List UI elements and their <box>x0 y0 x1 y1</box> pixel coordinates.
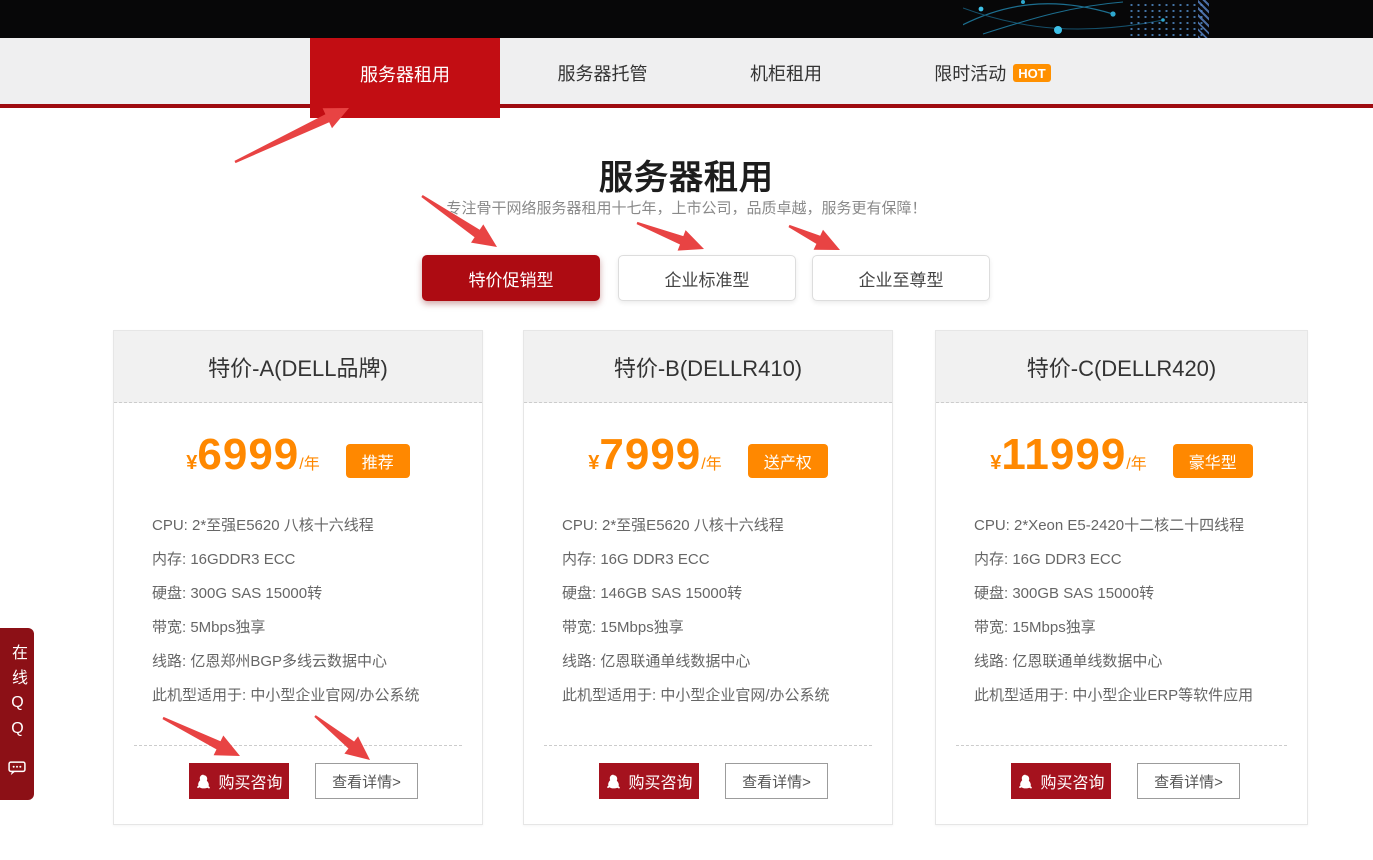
spec-list: CPU: 2*至强E5620 八核十六线程 内存: 16GDDR3 ECC 硬盘… <box>152 509 466 713</box>
price-unit: /年 <box>1126 450 1146 474</box>
spec-usage: 此机型适用于: 中小型企业官网/办公系统 <box>152 679 466 713</box>
spec-usage: 此机型适用于: 中小型企业ERP等软件应用 <box>974 679 1291 713</box>
spec-memory: 内存: 16G DDR3 ECC <box>974 543 1291 577</box>
page-title: 服务器租用 <box>0 150 1373 199</box>
price-badge: 豪华型 <box>1173 444 1253 478</box>
price-currency: ¥ <box>186 452 197 475</box>
spec-disk: 硬盘: 300G SAS 15000转 <box>152 577 466 611</box>
qq-penguin-icon <box>195 773 212 790</box>
spec-cpu: CPU: 2*至强E5620 八核十六线程 <box>152 509 466 543</box>
divider <box>544 745 872 746</box>
tab-label: 服务器托管 <box>558 60 648 86</box>
card-title: 特价-A(DELL品牌) <box>114 331 482 403</box>
filter-enterprise-standard[interactable]: 企业标准型 <box>618 255 796 301</box>
spec-line-route: 线路: 亿恩郑州BGP多线云数据中心 <box>152 645 466 679</box>
chat-bubble-icon <box>7 758 27 778</box>
spec-bandwidth: 带宽: 15Mbps独享 <box>562 611 876 645</box>
price-unit: /年 <box>701 450 721 474</box>
view-details-button[interactable]: 查看详情> <box>725 763 828 799</box>
spec-line-route: 线路: 亿恩联通单线数据中心 <box>974 645 1291 679</box>
tab-label: 机柜租用 <box>750 60 822 86</box>
buy-consult-button[interactable]: 购买咨询 <box>1011 763 1111 799</box>
price-currency: ¥ <box>990 452 1001 475</box>
price-amount: 6999 <box>197 433 299 477</box>
top-banner <box>0 0 1373 38</box>
filter-special-promo[interactable]: 特价促销型 <box>422 255 600 301</box>
qq-penguin-icon <box>605 773 622 790</box>
spec-disk: 硬盘: 300GB SAS 15000转 <box>974 577 1291 611</box>
spec-memory: 内存: 16GDDR3 ECC <box>152 543 466 577</box>
online-qq-widget[interactable]: 在线QQ <box>0 628 34 800</box>
hot-badge: HOT <box>1013 64 1050 82</box>
spec-list: CPU: 2*Xeon E5-2420十二核二十四线程 内存: 16G DDR3… <box>974 509 1291 713</box>
price-row: ¥ 6999 /年 推荐 <box>114 433 482 489</box>
spec-cpu: CPU: 2*至强E5620 八核十六线程 <box>562 509 876 543</box>
tab-cabinet-rental[interactable]: 机柜租用 <box>726 38 846 108</box>
view-details-button[interactable]: 查看详情> <box>1137 763 1240 799</box>
spec-disk: 硬盘: 146GB SAS 15000转 <box>562 577 876 611</box>
dot-pattern <box>1128 2 1206 36</box>
price-currency: ¥ <box>588 452 599 475</box>
tab-label: 服务器租用 <box>360 61 450 87</box>
buy-consult-button[interactable]: 购买咨询 <box>189 763 289 799</box>
page-subtitle: 专注骨干网络服务器租用十七年，上市公司，品质卓越，服务更有保障！ <box>0 197 1373 218</box>
buy-button-label: 购买咨询 <box>628 769 692 793</box>
spec-memory: 内存: 16G DDR3 ECC <box>562 543 876 577</box>
tab-label: 限时活动 <box>934 60 1006 86</box>
divider <box>134 745 462 746</box>
buy-button-label: 购买咨询 <box>218 769 282 793</box>
page: 服务器租用 服务器托管 机柜租用 限时活动 HOT 服务器租用 专注骨干网络服务… <box>0 0 1373 860</box>
qq-penguin-icon <box>1017 773 1034 790</box>
hatch-stripe <box>1198 0 1209 38</box>
pricing-card: 特价-B(DELLR410) ¥ 7999 /年 送产权 CPU: 2*至强E5… <box>523 330 893 825</box>
spec-bandwidth: 带宽: 5Mbps独享 <box>152 611 466 645</box>
online-qq-label: 在线QQ <box>9 644 25 746</box>
price-badge: 推荐 <box>346 444 410 478</box>
price-row: ¥ 7999 /年 送产权 <box>524 433 892 489</box>
view-details-button[interactable]: 查看详情> <box>315 763 418 799</box>
spec-usage: 此机型适用于: 中小型企业官网/办公系统 <box>562 679 876 713</box>
price-badge: 送产权 <box>748 444 828 478</box>
price-unit: /年 <box>299 450 319 474</box>
spec-line-route: 线路: 亿恩联通单线数据中心 <box>562 645 876 679</box>
pricing-card: 特价-A(DELL品牌) ¥ 6999 /年 推荐 CPU: 2*至强E5620… <box>113 330 483 825</box>
pricing-card: 特价-C(DELLR420) ¥ 11999 /年 豪华型 CPU: 2*Xeo… <box>935 330 1308 825</box>
filter-enterprise-premium[interactable]: 企业至尊型 <box>812 255 990 301</box>
spec-list: CPU: 2*至强E5620 八核十六线程 内存: 16G DDR3 ECC 硬… <box>562 509 876 713</box>
divider <box>956 745 1287 746</box>
spec-bandwidth: 带宽: 15Mbps独享 <box>974 611 1291 645</box>
buy-button-label: 购买咨询 <box>1040 769 1104 793</box>
price-amount: 11999 <box>1001 433 1126 477</box>
price-row: ¥ 11999 /年 豪华型 <box>936 433 1307 489</box>
main-nav: 服务器租用 服务器托管 机柜租用 限时活动 HOT <box>0 38 1373 108</box>
tab-limited-time-events[interactable]: 限时活动 HOT <box>905 38 1080 108</box>
tab-server-hosting[interactable]: 服务器托管 <box>540 38 665 108</box>
buy-consult-button[interactable]: 购买咨询 <box>599 763 699 799</box>
card-title: 特价-B(DELLR410) <box>524 331 892 403</box>
spec-cpu: CPU: 2*Xeon E5-2420十二核二十四线程 <box>974 509 1291 543</box>
tab-server-rental[interactable]: 服务器租用 <box>310 38 500 118</box>
price-amount: 7999 <box>599 433 701 477</box>
card-title: 特价-C(DELLR420) <box>936 331 1307 403</box>
